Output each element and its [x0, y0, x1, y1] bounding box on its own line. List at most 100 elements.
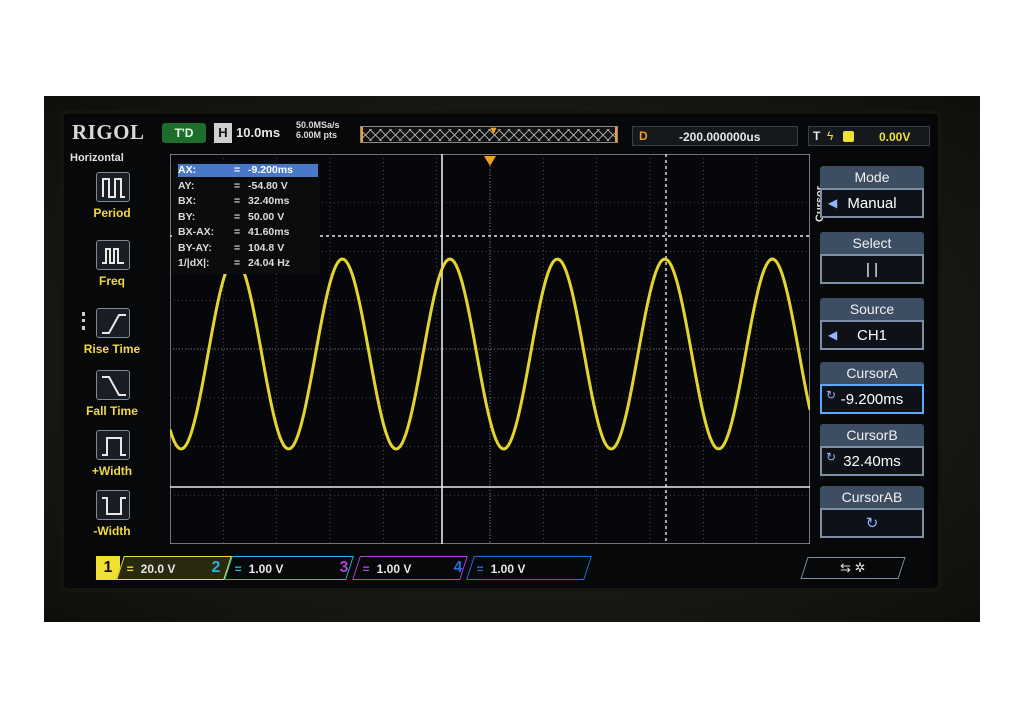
readout-key: 1/|dX|:: [178, 257, 210, 269]
readout-value: 32.40ms: [248, 195, 290, 207]
usb-icon: ⇆ ✲: [840, 560, 866, 575]
channel-scale: 20.0 V: [140, 562, 176, 576]
cursor-readout: AX: = -9.200ms AY: = -54.80 V BX: = 32.40ms BY: = 5…: [172, 162, 320, 274]
source-title: Source: [820, 298, 924, 320]
readout-equals: =: [234, 257, 241, 269]
measure-item-width[interactable]: +Width: [70, 426, 154, 490]
readout-key: BY:: [178, 210, 196, 223]
left-arrow-icon: ◀: [828, 328, 838, 342]
trigger-status-badge: T'D: [162, 123, 206, 143]
readout-value: 24.04 Hz: [248, 257, 291, 269]
readout-value: -54.80 V: [248, 179, 288, 192]
channel-scale: 1.00 V: [376, 562, 412, 576]
timebase-value[interactable]: 10.0ms: [236, 125, 280, 140]
coupling-icon: =: [126, 562, 134, 576]
measure-item-label: Fall Time: [86, 404, 138, 418]
coupling-icon: =: [362, 562, 370, 576]
cursor-b-menu[interactable]: CursorB ↻ 32.40ms: [820, 424, 924, 476]
readout-equals: =: [234, 195, 241, 207]
readout-equals: =: [234, 241, 241, 254]
trigger-source-icon: [843, 131, 854, 142]
horizontal-menu-heading: Horizontal: [70, 152, 124, 164]
readout-equals: =: [234, 164, 241, 176]
select-value: | |: [866, 261, 878, 278]
cursor-b-button[interactable]: ↻ 32.40ms: [820, 446, 924, 476]
mode-value: Manual: [847, 195, 897, 212]
measure-item-width[interactable]: -Width: [70, 486, 154, 550]
cursor-a-title: CursorA: [820, 362, 924, 384]
cursor-a-value: -9.200ms: [840, 391, 904, 408]
readout-value: 41.60ms: [248, 226, 290, 238]
coupling-icon: =: [476, 562, 484, 576]
page-dots-icon: [82, 312, 86, 330]
knob-icon: ↻: [865, 515, 879, 532]
source-value: CH1: [856, 327, 887, 344]
measure-item-label: -Width: [93, 524, 131, 538]
readout-key: BY-AY:: [178, 241, 212, 254]
cursor-ab-button[interactable]: ↻: [820, 508, 924, 538]
readout-equals: =: [234, 210, 241, 223]
trigger-position-marker: ▼: [488, 126, 499, 137]
measure-item-freq[interactable]: Freq: [70, 236, 154, 300]
readout-key: BX-AX:: [178, 226, 215, 238]
measure-item-label: Rise Time: [83, 342, 141, 356]
rising-edge-icon: ϟ: [827, 129, 834, 143]
fall-time-icon: [96, 370, 130, 400]
readout-key: AY:: [178, 179, 195, 192]
measure-item-period[interactable]: Period: [70, 168, 154, 232]
coupling-icon: =: [234, 562, 242, 576]
brand-logo: RIGOL: [72, 120, 145, 144]
memory-depth: 6.00M pts: [296, 130, 338, 140]
usb-status: ⇆ ✲: [800, 557, 906, 579]
delay-box[interactable]: D -200.000000us: [632, 126, 798, 146]
period-icon: [96, 172, 130, 202]
channel-scale: 1.00 V: [490, 562, 526, 576]
frequency-icon: [96, 240, 130, 270]
readout-value: -9.200ms: [248, 164, 293, 176]
measure-item-fall-time[interactable]: Fall Time: [70, 366, 154, 430]
memory-overview-strip: ▼: [360, 126, 618, 143]
trigger-label: T: [813, 129, 821, 143]
knob-icon: ↻: [826, 450, 837, 464]
cursor-a-button[interactable]: ↻ -9.200ms: [820, 384, 924, 414]
channel-scale: 1.00 V: [248, 562, 284, 576]
trigger-box[interactable]: T ϟ 0.00V: [808, 126, 930, 146]
left-arrow-icon: ◀: [828, 196, 838, 210]
readout-value: 50.00 V: [248, 210, 285, 223]
knob-icon: ↻: [826, 388, 837, 402]
source-button[interactable]: ◀ CH1: [820, 320, 924, 350]
negative-width-icon: [96, 490, 130, 520]
cursor-b-value: 32.40ms: [843, 453, 901, 470]
readout-row: AX: = -9.200ms: [178, 164, 318, 177]
source-menu[interactable]: Source ◀ CH1: [820, 298, 924, 350]
cursor-ab-title: CursorAB: [820, 486, 924, 508]
cursor-a-menu[interactable]: CursorA ↻ -9.200ms: [820, 362, 924, 414]
mode-menu[interactable]: Mode ◀ Manual: [820, 166, 924, 218]
delay-value: -200.000000us: [679, 130, 761, 144]
positive-width-icon: [96, 430, 130, 460]
cursor-ab-menu[interactable]: CursorAB ↻: [820, 486, 924, 538]
rise-time-icon: [96, 308, 130, 338]
select-button[interactable]: | |: [820, 254, 924, 284]
readout-equals: =: [234, 179, 241, 192]
acquisition-info: 50.0MSa/s 6.00M pts: [296, 120, 340, 140]
channel-4-indicator[interactable]: 4 = 1.00 V: [446, 556, 592, 580]
cursor-b-title: CursorB: [820, 424, 924, 446]
channel-2-indicator[interactable]: 2 = 1.00 V: [204, 556, 354, 580]
readout-equals: =: [234, 226, 241, 238]
channel-scale-box: = 1.00 V: [466, 556, 592, 580]
delay-label: D: [639, 129, 648, 143]
trigger-level: 0.00V: [879, 130, 911, 144]
measure-item-label: Period: [93, 206, 131, 220]
measure-item-label: +Width: [91, 464, 133, 478]
readout-key: AX:: [178, 164, 197, 176]
mode-button[interactable]: ◀ Manual: [820, 188, 924, 218]
readout-key: BX:: [178, 195, 197, 207]
select-title: Select: [820, 232, 924, 254]
measure-item-label: Freq: [98, 274, 125, 288]
mode-title: Mode: [820, 166, 924, 188]
channel-3-indicator[interactable]: 3 = 1.00 V: [332, 556, 468, 580]
horizontal-label: H: [214, 123, 232, 143]
sample-rate: 50.0MSa/s: [296, 120, 340, 130]
select-menu[interactable]: Select | |: [820, 232, 924, 284]
